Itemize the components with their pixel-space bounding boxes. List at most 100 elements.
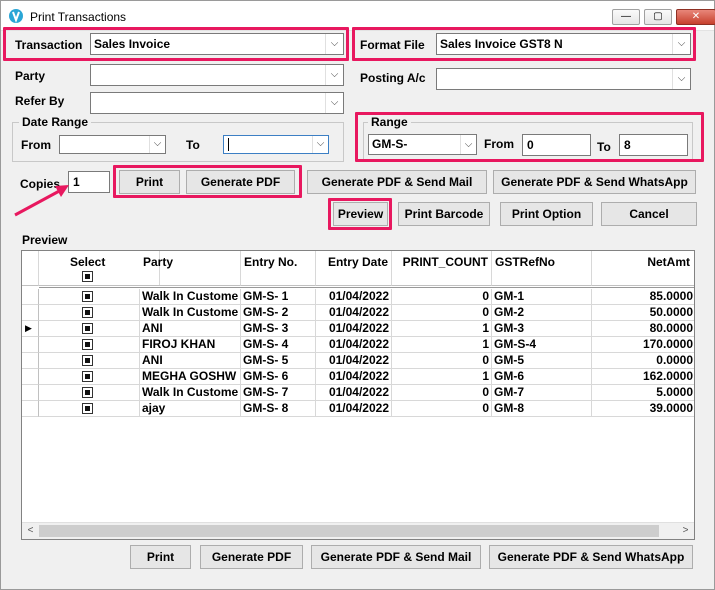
row-select-checkbox[interactable] <box>82 323 93 334</box>
cell-party[interactable]: ANI <box>140 321 241 337</box>
cell-print-count[interactable]: 1 <box>392 369 492 385</box>
row-header[interactable] <box>22 337 39 353</box>
cell-party[interactable]: ajay <box>140 401 241 417</box>
column-header-entry-date[interactable]: Entry Date <box>316 251 392 286</box>
row-header[interactable] <box>22 353 39 369</box>
column-header-party[interactable]: Party <box>140 251 241 286</box>
cancel-button[interactable]: Cancel <box>601 202 697 226</box>
cell-net-amt[interactable]: 80.0000 <box>592 321 694 337</box>
cell-net-amt[interactable]: 0.0000 <box>592 353 694 369</box>
scroll-thumb[interactable] <box>39 525 659 537</box>
cell-party[interactable]: FIROJ KHAN <box>140 337 241 353</box>
cell-net-amt[interactable]: 85.0000 <box>592 289 694 305</box>
cell-entry-no[interactable]: GM-S- 2 <box>241 305 316 321</box>
chevron-down-icon[interactable]: ⌵ <box>325 93 343 113</box>
generate-pdf-send-mail-button[interactable]: Generate PDF & Send Mail <box>307 170 487 194</box>
cell-party[interactable]: ANI <box>140 353 241 369</box>
cell-print-count[interactable]: 0 <box>392 385 492 401</box>
cell-print-count[interactable]: 1 <box>392 337 492 353</box>
cell-gst-ref[interactable]: GM-5 <box>492 353 592 369</box>
cell-entry-date[interactable]: 01/04/2022 <box>316 321 392 337</box>
cell-gst-ref[interactable]: GM-6 <box>492 369 592 385</box>
cell-print-count[interactable]: 0 <box>392 305 492 321</box>
table-row[interactable]: Walk In Custome GM-S- 2 01/04/2022 0 GM-2 50.… <box>22 305 694 321</box>
cell-entry-no[interactable]: GM-S- 1 <box>241 289 316 305</box>
cell-party[interactable]: Walk In Custome <box>140 305 241 321</box>
row-select-checkbox[interactable] <box>82 307 93 318</box>
row-header[interactable] <box>22 385 39 401</box>
range-series-combo[interactable]: GM-S- ⌵ <box>368 134 477 155</box>
column-header-netamt[interactable]: NetAmt <box>592 251 694 286</box>
column-header-entry-no[interactable]: Entry No. <box>241 251 316 286</box>
cell-entry-no[interactable]: GM-S- 7 <box>241 385 316 401</box>
chevron-down-icon[interactable]: ⌵ <box>672 69 690 89</box>
table-row[interactable]: FIROJ KHAN GM-S- 4 01/04/2022 1 GM-S-4 170.00… <box>22 337 694 353</box>
table-row[interactable]: MEGHA GOSHW GM-S- 6 01/04/2022 1 GM-6 162.000… <box>22 369 694 385</box>
row-select-checkbox[interactable] <box>82 403 93 414</box>
select-cell[interactable] <box>39 337 140 353</box>
bottom-generate-pdf-send-whatsapp-button[interactable]: Generate PDF & Send WhatsApp <box>489 545 693 569</box>
row-select-checkbox[interactable] <box>82 387 93 398</box>
party-combo[interactable]: ⌵ <box>90 64 344 86</box>
select-cell[interactable] <box>39 401 140 417</box>
chevron-down-icon[interactable]: ⌵ <box>460 135 476 154</box>
row-select-checkbox[interactable] <box>82 371 93 382</box>
table-row[interactable]: Walk In Custome GM-S- 7 01/04/2022 0 GM-7 5.0… <box>22 385 694 401</box>
select-cell[interactable] <box>39 385 140 401</box>
table-row[interactable]: Walk In Custome GM-S- 1 01/04/2022 0 GM-1 85.… <box>22 289 694 305</box>
cell-entry-no[interactable]: GM-S- 5 <box>241 353 316 369</box>
cell-gst-ref[interactable]: GM-S-4 <box>492 337 592 353</box>
date-from-picker[interactable]: ⌵ <box>59 135 166 154</box>
bottom-generate-pdf-send-mail-button[interactable]: Generate PDF & Send Mail <box>311 545 481 569</box>
chevron-down-icon[interactable]: ⌵ <box>149 136 165 153</box>
posting-combo[interactable]: ⌵ <box>436 68 691 90</box>
select-cell[interactable] <box>39 289 140 305</box>
cell-entry-date[interactable]: 01/04/2022 <box>316 369 392 385</box>
cell-entry-no[interactable]: GM-S- 3 <box>241 321 316 337</box>
cell-party[interactable]: Walk In Custome <box>140 385 241 401</box>
cell-entry-date[interactable]: 01/04/2022 <box>316 337 392 353</box>
range-to-input[interactable]: 8 <box>619 134 688 156</box>
row-header[interactable]: ▶ <box>22 321 39 337</box>
generate-pdf-button[interactable]: Generate PDF <box>186 170 295 194</box>
select-cell[interactable] <box>39 353 140 369</box>
cell-net-amt[interactable]: 39.0000 <box>592 401 694 417</box>
bottom-generate-pdf-button[interactable]: Generate PDF <box>200 545 303 569</box>
scroll-left-icon[interactable]: < <box>22 523 39 539</box>
cell-gst-ref[interactable]: GM-7 <box>492 385 592 401</box>
select-cell[interactable] <box>39 321 140 337</box>
horizontal-scrollbar[interactable]: < > <box>22 522 694 539</box>
print-option-button[interactable]: Print Option <box>500 202 593 226</box>
select-cell[interactable] <box>39 305 140 321</box>
row-select-checkbox[interactable] <box>82 355 93 366</box>
cell-print-count[interactable]: 0 <box>392 353 492 369</box>
cell-print-count[interactable]: 1 <box>392 321 492 337</box>
column-header-print-count[interactable]: PRINT_COUNT <box>392 251 492 286</box>
maximize-button[interactable]: ▢ <box>644 9 672 25</box>
select-cell[interactable] <box>39 369 140 385</box>
table-row[interactable]: ajay GM-S- 8 01/04/2022 0 GM-8 39.0000 <box>22 401 694 417</box>
copies-input[interactable]: 1 <box>68 171 110 193</box>
print-button[interactable]: Print <box>119 170 180 194</box>
cell-gst-ref[interactable]: GM-8 <box>492 401 592 417</box>
format-file-combo[interactable]: Sales Invoice GST8 N ⌵ <box>436 33 691 55</box>
column-header-gstrefno[interactable]: GSTRefNo <box>492 251 592 286</box>
row-header[interactable] <box>22 289 39 305</box>
cell-gst-ref[interactable]: GM-1 <box>492 289 592 305</box>
cell-net-amt[interactable]: 5.0000 <box>592 385 694 401</box>
refer-by-combo[interactable]: ⌵ <box>90 92 344 114</box>
scroll-right-icon[interactable]: > <box>677 523 694 539</box>
cell-entry-date[interactable]: 01/04/2022 <box>316 385 392 401</box>
cell-entry-no[interactable]: GM-S- 6 <box>241 369 316 385</box>
preview-grid[interactable]: Select Party Entry No. Entry Date PRINT_… <box>21 250 695 540</box>
select-all-checkbox[interactable] <box>82 271 93 282</box>
cell-print-count[interactable]: 0 <box>392 289 492 305</box>
table-row[interactable]: ANI GM-S- 5 01/04/2022 0 GM-5 0.0000 <box>22 353 694 369</box>
print-barcode-button[interactable]: Print Barcode <box>398 202 490 226</box>
cell-entry-date[interactable]: 01/04/2022 <box>316 289 392 305</box>
row-select-checkbox[interactable] <box>82 339 93 350</box>
range-from-input[interactable]: 0 <box>522 134 591 156</box>
row-select-checkbox[interactable] <box>82 291 93 302</box>
cell-entry-date[interactable]: 01/04/2022 <box>316 353 392 369</box>
cell-gst-ref[interactable]: GM-3 <box>492 321 592 337</box>
